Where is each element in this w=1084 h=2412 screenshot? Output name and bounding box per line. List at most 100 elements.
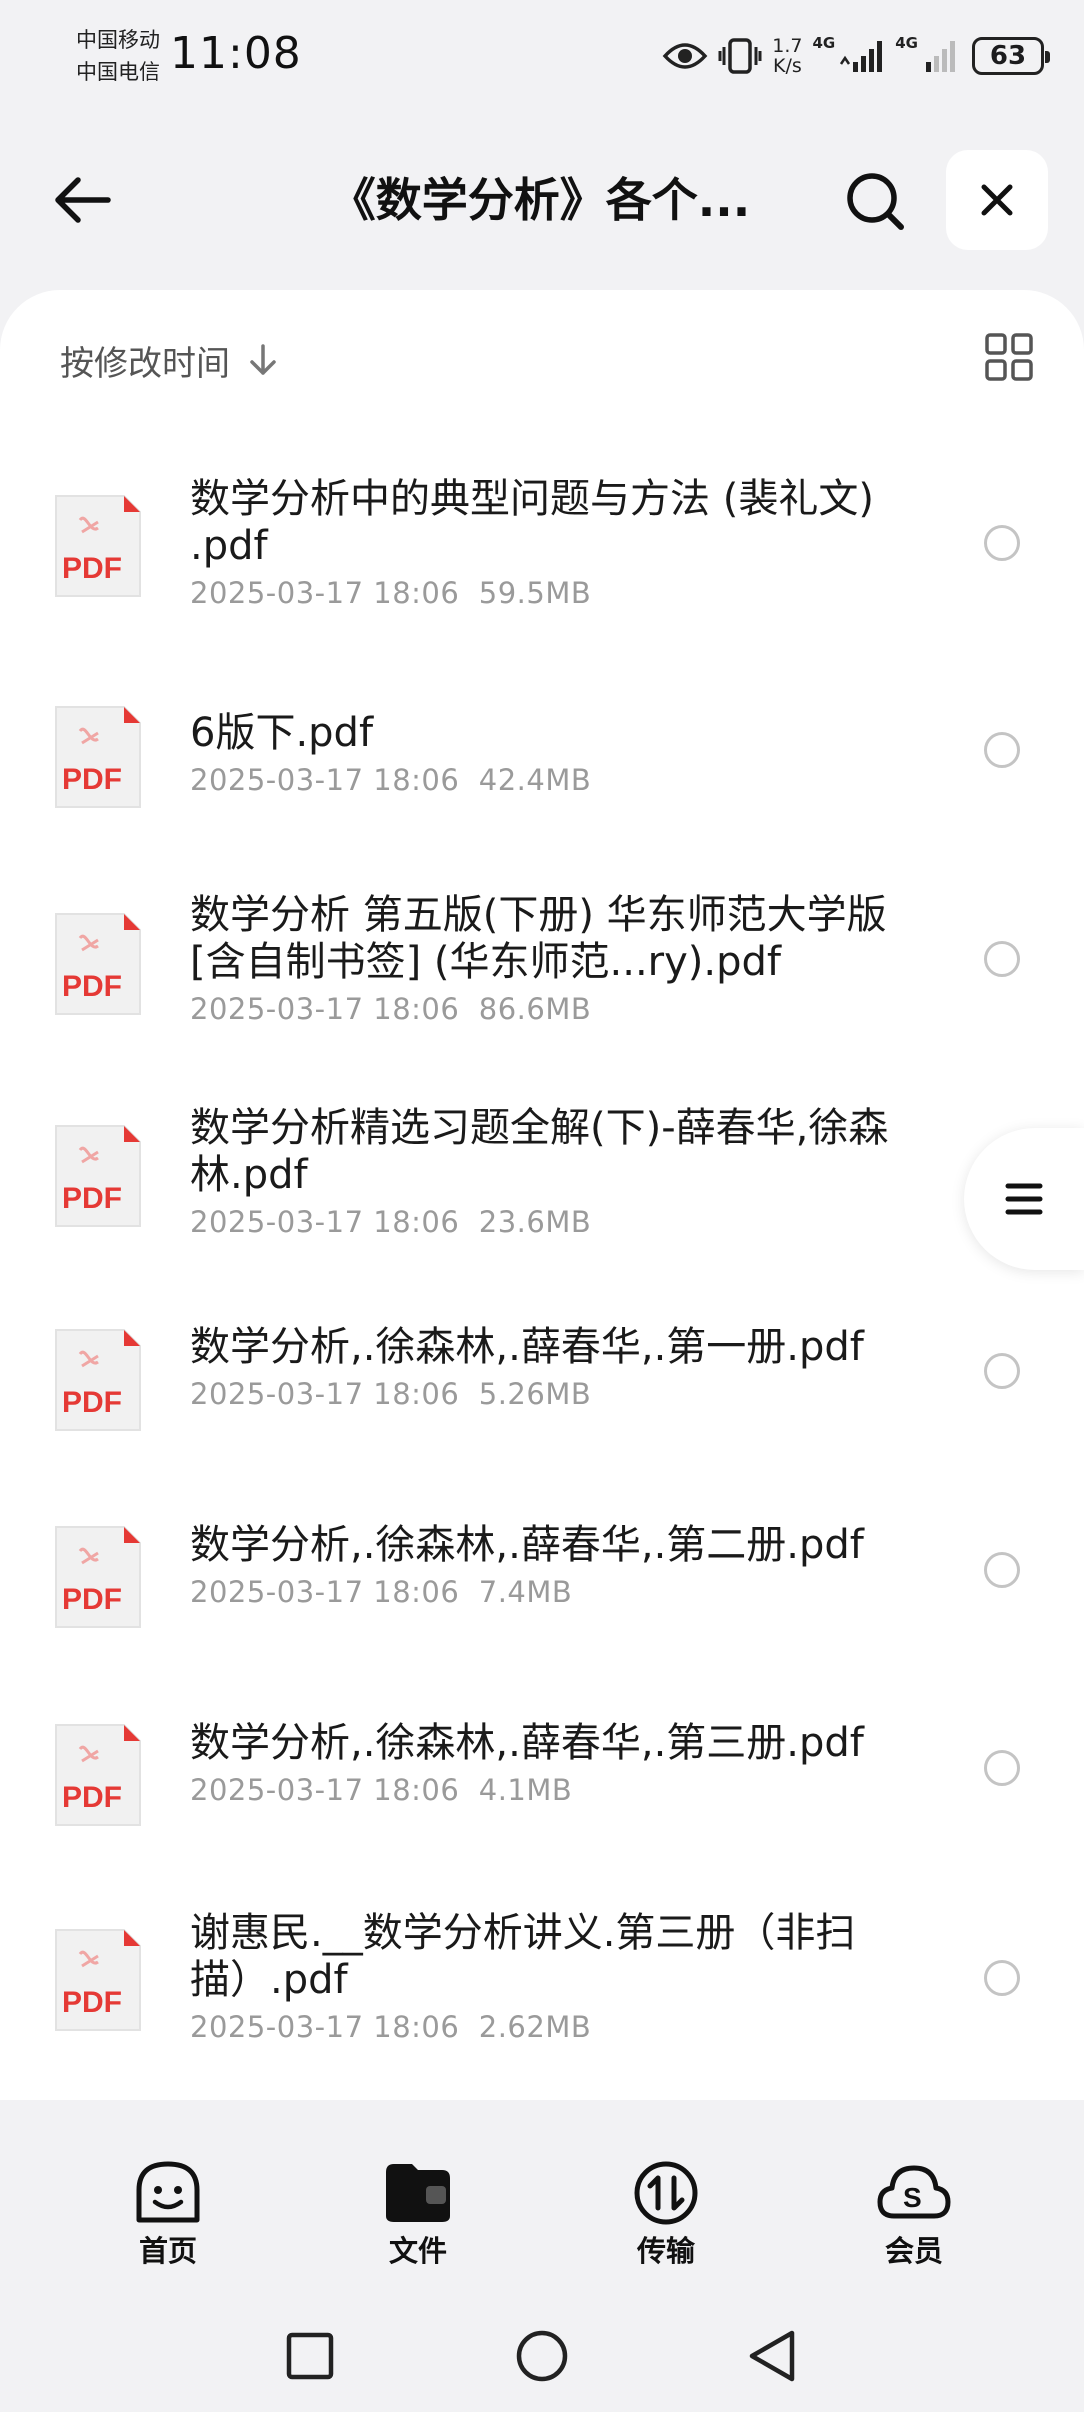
file-item[interactable]: PDF 谢惠民.__数学分析讲义.第三册（非扫描）.pdf 2025-03-17… — [0, 1874, 1084, 2064]
sort-label: 按修改时间 — [60, 343, 230, 384]
nav-item-transfer[interactable]: 传输 — [586, 2130, 746, 2280]
circle-icon — [516, 2330, 568, 2382]
file-date: 2025-03-17 18:06 — [190, 992, 460, 1026]
signal-weak-icon — [926, 41, 955, 72]
system-back-button[interactable] — [740, 2324, 804, 2388]
signal-2-label: 4G — [895, 34, 918, 52]
pdf-file-icon: PDF — [55, 1329, 141, 1431]
battery-level: 63 — [989, 41, 1027, 71]
svg-text:S: S — [903, 2182, 922, 2213]
eye-icon — [662, 43, 708, 69]
sort-by-modified-button[interactable]: 按修改时间 — [60, 330, 278, 390]
net-speed-unit: K/s — [773, 55, 802, 77]
svg-text:PDF: PDF — [62, 1781, 122, 1814]
pdf-file-icon: PDF — [55, 1125, 141, 1227]
net-speed: 1.7 K/s — [772, 36, 802, 76]
file-item[interactable]: PDF 数学分析中的典型问题与方法 (裴礼文) .pdf 2025-03-17 … — [0, 440, 1084, 630]
svg-text:PDF: PDF — [62, 552, 122, 585]
file-date: 2025-03-17 18:06 — [190, 1205, 460, 1239]
select-radio[interactable] — [984, 1960, 1020, 1996]
select-radio[interactable] — [984, 941, 1020, 977]
file-meta: 2025-03-17 18:06 42.4MB — [190, 763, 890, 797]
file-name: 数学分析,.徐森林,.薛春华,.第一册.pdf — [190, 1324, 864, 1370]
file-date: 2025-03-17 18:06 — [190, 1773, 460, 1807]
svg-text:PDF: PDF — [62, 970, 122, 1003]
file-name: 6版下.pdf — [190, 710, 374, 756]
home-button[interactable] — [510, 2324, 574, 2388]
file-meta: 2025-03-17 18:06 59.5MB — [190, 576, 890, 610]
system-nav-bar — [0, 2300, 1084, 2412]
nav-label-transfer: 传输 — [636, 2234, 695, 2268]
signal-1-label: 4G — [812, 34, 836, 52]
file-date: 2025-03-17 18:06 — [190, 576, 460, 610]
header: 《数学分析》各个... — [0, 140, 1084, 260]
file-size: 23.6MB — [478, 1205, 592, 1239]
status-icons: 1.7 K/s 4G 4G 63 — [662, 30, 1050, 82]
file-size: 59.5MB — [478, 576, 592, 610]
carrier-info: 中国移动 中国电信 — [76, 24, 160, 88]
file-name: 数学分析精选习题全解(下)-薛春华,徐森林.pdf — [190, 1105, 889, 1198]
smile-home-icon — [136, 2161, 200, 2223]
svg-text:PDF: PDF — [62, 763, 122, 796]
file-size: 42.4MB — [478, 763, 592, 797]
file-item[interactable]: PDF 数学分析,.徐森林,.薛春华,.第一册.pdf 2025-03-17 1… — [0, 1270, 1084, 1460]
file-date: 2025-03-17 18:06 — [190, 1377, 460, 1411]
file-meta: 2025-03-17 18:06 86.6MB — [190, 992, 890, 1026]
nav-label-member: 会员 — [884, 2234, 943, 2268]
select-radio[interactable] — [984, 732, 1020, 768]
file-size: 5.26MB — [478, 1377, 592, 1411]
svg-text:PDF: PDF — [62, 1986, 122, 2019]
file-item[interactable]: PDF 数学分析,.徐森林,.薛春华,.第三册.pdf 2025-03-17 1… — [0, 1668, 1084, 1858]
carrier-2: 中国电信 — [76, 60, 160, 84]
bottom-nav: 首页 文件 传输 S 会员 — [0, 2130, 1084, 2280]
file-name: 数学分析中的典型问题与方法 (裴礼文) .pdf — [190, 476, 874, 569]
file-item[interactable]: PDF 数学分析 第五版(下册) 华东师范大学版 [含自制书签] (华东师范..… — [0, 850, 1084, 1040]
file-meta: 2025-03-17 18:06 5.26MB — [190, 1377, 890, 1411]
file-date: 2025-03-17 18:06 — [190, 2010, 460, 2044]
grid-view-button[interactable] — [976, 324, 1042, 390]
search-icon — [847, 173, 904, 230]
select-radio[interactable] — [984, 1552, 1020, 1588]
file-name: 谢惠民.__数学分析讲义.第三册（非扫描）.pdf — [190, 1910, 856, 2003]
arrow-left-icon — [55, 177, 111, 223]
file-item[interactable]: PDF 数学分析,.徐森林,.薛春华,.第二册.pdf 2025-03-17 1… — [0, 1470, 1084, 1660]
pdf-file-icon: PDF — [55, 1929, 141, 2031]
file-meta: 2025-03-17 18:06 2.62MB — [190, 2010, 890, 2044]
file-meta: 2025-03-17 18:06 23.6MB — [190, 1205, 890, 1239]
file-name: 数学分析,.徐森林,.薛春华,.第三册.pdf — [190, 1720, 864, 1766]
file-item[interactable]: PDF 6版下.pdf 2025-03-17 18:06 42.4MB — [0, 640, 1084, 830]
select-radio[interactable] — [984, 525, 1020, 561]
file-meta: 2025-03-17 18:06 7.4MB — [190, 1575, 890, 1609]
nav-item-member[interactable]: S 会员 — [834, 2130, 994, 2280]
arrow-down-icon — [250, 344, 276, 375]
file-list-panel: 按修改时间 PDF 数学分析中的典型问题与方法 (裴礼文) .pdf 2025-… — [0, 290, 1084, 2100]
select-radio[interactable] — [984, 1750, 1020, 1786]
file-item[interactable]: PDF 数学分析精选习题全解(下)-薛春华,徐森林.pdf 2025-03-17… — [0, 1060, 1084, 1250]
select-radio[interactable] — [984, 1353, 1020, 1389]
page-title: 《数学分析》各个... — [329, 173, 751, 227]
nav-item-home[interactable]: 首页 — [88, 2130, 248, 2280]
signal-strong-icon — [840, 41, 883, 72]
file-name: 数学分析 第五版(下册) 华东师范大学版 [含自制书签] (华东师范...ry)… — [190, 892, 887, 985]
search-button[interactable] — [838, 164, 912, 238]
grid-icon — [985, 333, 1033, 381]
file-date: 2025-03-17 18:06 — [190, 1575, 460, 1609]
file-size: 7.4MB — [478, 1575, 573, 1609]
close-icon — [981, 184, 1013, 216]
cloud-member-icon: S — [877, 2165, 951, 2219]
triangle-back-icon — [749, 2330, 795, 2382]
close-button[interactable] — [946, 150, 1048, 250]
recent-apps-button[interactable] — [278, 2324, 342, 2388]
status-bar: 中国移动 中国电信 11:08 1.7 K/s 4G 4G 63 — [0, 0, 1084, 120]
nav-item-files[interactable]: 文件 — [338, 2130, 498, 2280]
svg-text:PDF: PDF — [62, 1386, 122, 1419]
folder-icon — [386, 2164, 450, 2222]
back-button[interactable] — [44, 168, 120, 232]
nav-label-files: 文件 — [388, 2234, 447, 2268]
vibrate-icon — [718, 38, 762, 74]
pdf-file-icon: PDF — [55, 1724, 141, 1826]
pdf-file-icon: PDF — [55, 495, 141, 597]
transfer-icon — [634, 2161, 698, 2225]
pdf-file-icon: PDF — [55, 706, 141, 808]
file-size: 2.62MB — [478, 2010, 592, 2044]
